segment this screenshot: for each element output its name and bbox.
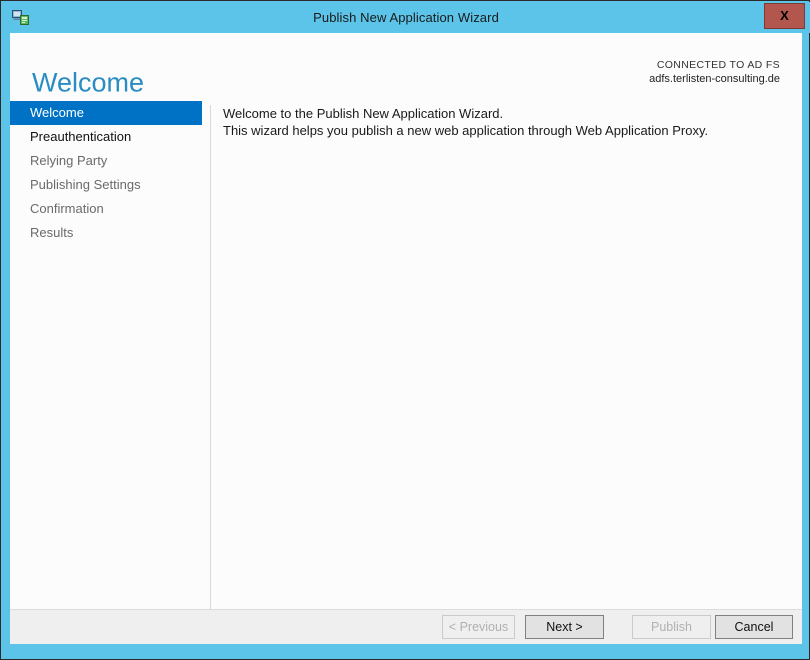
sidebar-item-relying-party: Relying Party — [10, 149, 202, 173]
wizard-window: Publish New Application Wizard X Welcome… — [0, 0, 810, 660]
title-bar: Publish New Application Wizard X — [2, 2, 810, 33]
next-button[interactable]: Next > — [525, 615, 604, 639]
close-button[interactable]: X — [764, 3, 805, 29]
sidebar-item-publishing-settings: Publishing Settings — [10, 173, 202, 197]
connected-to-label: CONNECTED TO AD FS — [656, 59, 780, 71]
sidebar-item-label: Relying Party — [30, 153, 108, 168]
welcome-line-2: This wizard helps you publish a new web … — [223, 123, 709, 138]
footer-button-bar: < Previous Next > Publish Cancel — [10, 610, 802, 644]
sidebar-item-label: Welcome — [30, 105, 84, 120]
content-pane: Welcome to the Publish New Application W… — [223, 105, 783, 139]
sidebar-item-label: Publishing Settings — [30, 177, 141, 192]
cancel-button[interactable]: Cancel — [715, 615, 793, 639]
page-title: Welcome — [32, 67, 145, 98]
publish-button: Publish — [632, 615, 711, 639]
dialog-header: Welcome CONNECTED TO AD FS adfs.terliste… — [10, 33, 802, 101]
sidebar-item-label: Results — [30, 225, 74, 240]
connected-server-name: adfs.terlisten-consulting.de — [649, 73, 780, 85]
sidebar-item-label: Preauthentication — [30, 129, 132, 144]
sidebar-item-label: Confirmation — [30, 201, 104, 216]
sidebar-item-results: Results — [10, 221, 202, 245]
previous-button: < Previous — [442, 615, 515, 639]
dialog-body: Welcome CONNECTED TO AD FS adfs.terliste… — [10, 33, 802, 644]
sidebar-item-preauthentication[interactable]: Preauthentication — [10, 125, 202, 149]
welcome-line-1: Welcome to the Publish New Application W… — [223, 106, 504, 121]
sidebar-divider — [210, 105, 211, 623]
wizard-steps-sidebar: Welcome Preauthentication Relying Party … — [10, 101, 202, 573]
sidebar-item-welcome[interactable]: Welcome — [10, 101, 202, 125]
connection-status: CONNECTED TO AD FS adfs.terlisten-consul… — [649, 58, 780, 87]
window-title: Publish New Application Wizard — [313, 10, 499, 25]
sidebar-item-confirmation: Confirmation — [10, 197, 202, 221]
